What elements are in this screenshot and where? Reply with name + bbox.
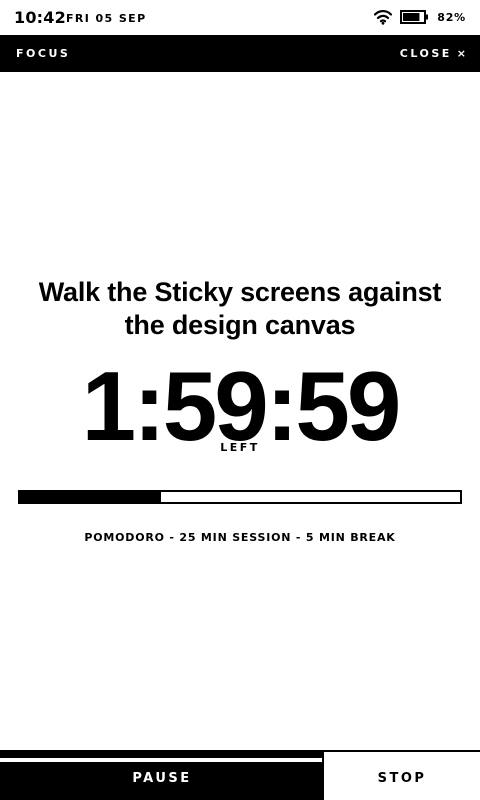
pause-button-accent-line: [0, 758, 322, 762]
close-button[interactable]: CLOSE ×: [400, 47, 466, 60]
session-progress-fill: [20, 492, 161, 502]
screen-title: FOCUS: [16, 47, 71, 60]
session-progress-bar: [18, 490, 462, 504]
status-bar: 10:42 FRI 05 SEP 82%: [0, 0, 480, 35]
status-indicators: 82%: [374, 9, 466, 25]
focus-task-title: Walk the Sticky screens against the desi…: [38, 277, 442, 340]
bottom-action-bar: PAUSE STOP: [0, 750, 480, 800]
close-label: CLOSE: [399, 47, 452, 60]
pause-label: PAUSE: [132, 771, 192, 786]
close-icon: ×: [456, 47, 466, 60]
time-left-label: LEFT: [220, 441, 260, 454]
battery-icon: [400, 10, 429, 24]
wifi-icon: [374, 10, 393, 25]
battery-percentage: 82%: [437, 10, 466, 24]
stop-button[interactable]: STOP: [324, 752, 480, 800]
top-bar: FOCUS CLOSE ×: [0, 35, 480, 72]
stop-label: STOP: [377, 771, 427, 786]
status-date: FRI 05 SEP: [66, 12, 147, 25]
status-time: 10:42: [14, 8, 66, 27]
session-mode-label: POMODORO - 25 MIN SESSION - 5 MIN BREAK: [84, 531, 396, 544]
pause-button[interactable]: PAUSE: [0, 752, 324, 800]
